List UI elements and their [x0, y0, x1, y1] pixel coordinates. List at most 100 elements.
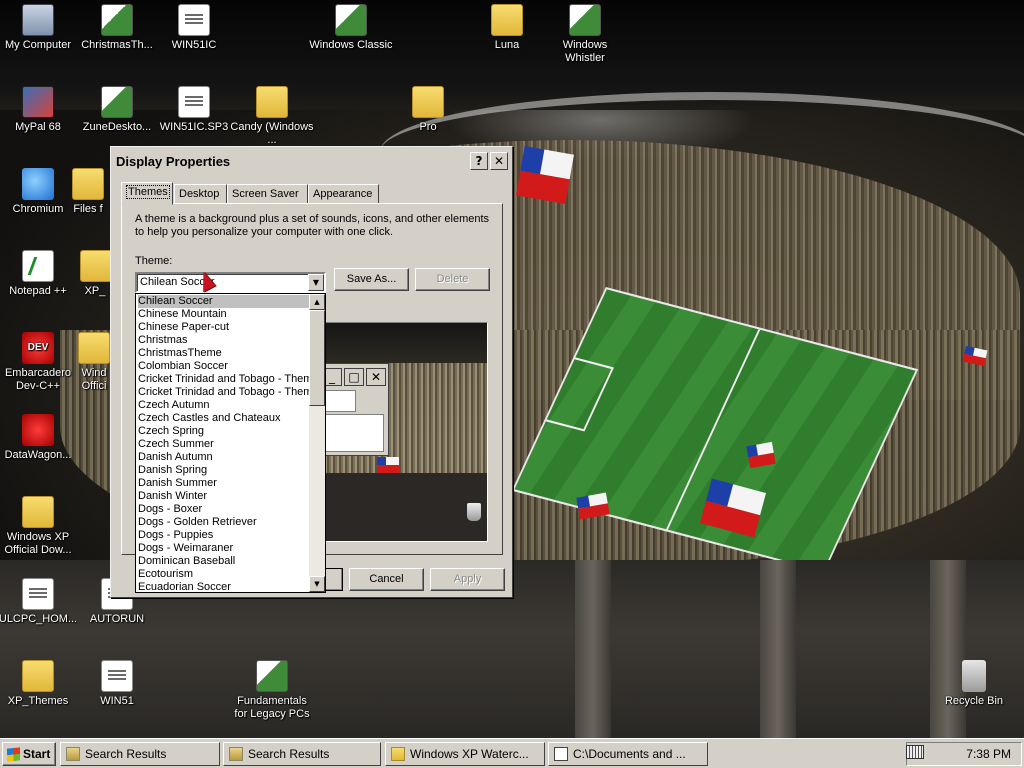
taskbar-button-documents-and-settings[interactable]: C:\Documents and ...: [548, 742, 708, 766]
dropdown-item[interactable]: Dogs - Boxer: [138, 503, 310, 516]
desktop-icon-datawagon[interactable]: DataWagon...: [0, 414, 80, 462]
theme-dropdown-list[interactable]: Chilean Soccer Chinese Mountain Chinese Pa…: [135, 293, 326, 593]
tab-themes[interactable]: Themes: [121, 182, 173, 205]
taskbar-button-search-results[interactable]: Search Results: [60, 742, 220, 766]
desktop-icon-label: Fundamentals for Legacy PCs: [234, 695, 310, 720]
dropdown-item[interactable]: Dominican Baseball: [138, 555, 310, 568]
desktop-icon-xp[interactable]: XP_: [80, 250, 110, 298]
tab-desktop[interactable]: Desktop: [174, 184, 227, 204]
wallpaper-column: [760, 560, 796, 738]
save-as-button[interactable]: Save As...: [334, 268, 409, 291]
desktop-icon-mypal[interactable]: MyPal 68: [0, 86, 80, 134]
dropdown-item[interactable]: ChristmasTheme: [138, 347, 310, 360]
dropdown-item[interactable]: Chinese Mountain: [138, 308, 310, 321]
desktop-icon-label: Windows XP Official Dow...: [4, 531, 72, 556]
desktop-icon-label: ZuneDeskto...: [82, 121, 152, 133]
dropdown-item[interactable]: Danish Winter: [138, 490, 310, 503]
close-button[interactable]: ✕: [490, 152, 508, 170]
dropdown-item[interactable]: Dogs - Weimaraner: [138, 542, 310, 555]
desktop-icon-label: Recycle Bin: [944, 695, 1004, 707]
desktop-icon-windows-official[interactable]: Wind Offici: [78, 332, 110, 393]
dialog-titlebar[interactable]: Display Properties ? ✕: [113, 149, 510, 173]
desktop-icon-christmas-theme[interactable]: ChristmasTh...: [75, 4, 159, 52]
globe-icon: [22, 168, 54, 200]
help-button[interactable]: ?: [470, 152, 488, 170]
desktop-icon-notepad-plus-plus[interactable]: Notepad ++: [0, 250, 80, 298]
taskbar: Start Search Results Search Results Wind…: [0, 738, 1024, 768]
dropdown-item[interactable]: Danish Summer: [138, 477, 310, 490]
keyboard-layout-icon[interactable]: [906, 745, 924, 759]
dropdown-scrollbar[interactable]: ▲ ▼: [309, 294, 325, 592]
cancel-button[interactable]: Cancel: [349, 568, 424, 591]
dropdown-item[interactable]: Ecuadorian Soccer: [138, 581, 310, 592]
folder-icon: [391, 747, 405, 761]
taskbar-button-windows-xp-watercolor[interactable]: Windows XP Waterc...: [385, 742, 545, 766]
desktop-icon-windows-classic[interactable]: Windows Classic: [309, 4, 393, 52]
document-icon: [101, 660, 133, 692]
desktop-icon-files[interactable]: Files f: [66, 168, 110, 216]
chile-flag-icon: [516, 146, 574, 204]
desktop-icon-xp-themes[interactable]: XP_Themes: [0, 660, 80, 708]
dropdown-item[interactable]: Colombian Soccer: [138, 360, 310, 373]
dropdown-item[interactable]: Czech Castles and Chateaux: [138, 412, 310, 425]
dropdown-item[interactable]: Chinese Paper-cut: [138, 321, 310, 334]
dropdown-item[interactable]: Czech Summer: [138, 438, 310, 451]
clock[interactable]: 7:38 PM: [966, 747, 1011, 761]
dropdown-item[interactable]: Chilean Soccer: [138, 295, 310, 308]
dropdown-item[interactable]: Cricket Trinidad and Tobago - Them: [138, 386, 310, 399]
desktop-icon-ulcpc-home[interactable]: ULCPC_HOM...: [0, 578, 80, 626]
theme-icon: [256, 660, 288, 692]
dropdown-item[interactable]: Czech Autumn: [138, 399, 310, 412]
taskbar-button-search-results[interactable]: Search Results: [223, 742, 381, 766]
desktop-icon-win51[interactable]: WIN51: [75, 660, 159, 708]
preview-maximize-icon: □: [344, 368, 364, 386]
dropdown-item[interactable]: Dogs - Puppies: [138, 529, 310, 542]
folder-icon: [412, 86, 444, 118]
devcpp-icon: DEV: [22, 332, 54, 364]
desktop-icon-label: ChristmasTh...: [81, 39, 153, 51]
dropdown-item[interactable]: Danish Spring: [138, 464, 310, 477]
themes-description: A theme is a background plus a set of so…: [135, 213, 490, 238]
tab-appearance[interactable]: Appearance: [308, 184, 379, 204]
desktop-icon-luna[interactable]: Luna: [465, 4, 549, 52]
desktop-icon-windows-whistler[interactable]: Windows Whistler: [543, 4, 627, 65]
desktop-icon-pro[interactable]: Pro: [386, 86, 470, 134]
chile-flag-icon: [377, 457, 399, 473]
theme-select[interactable]: Chilean Soccer ▼: [135, 272, 326, 293]
desktop-icon-fundamentals-legacy-pcs[interactable]: Fundamentals for Legacy PCs: [230, 660, 314, 721]
dropdown-item[interactable]: Danish Autumn: [138, 451, 310, 464]
dropdown-item[interactable]: Ecotourism: [138, 568, 310, 581]
desktop-icon-win51ic[interactable]: WIN51IC: [152, 4, 236, 52]
desktop-icon-label: Windows Whistler: [562, 39, 608, 64]
scroll-up-arrow-icon[interactable]: ▲: [309, 294, 325, 310]
desktop-icon-label: My Computer: [4, 39, 72, 51]
desktop-icon-label: Wind Offici: [81, 367, 107, 392]
desktop-icon-dev-cpp[interactable]: DEV Embarcadero Dev-C++: [0, 332, 80, 393]
desktop-icon-recycle-bin[interactable]: Recycle Bin: [932, 660, 1016, 708]
ok-button-edge[interactable]: [325, 568, 343, 591]
desktop-icon-my-computer[interactable]: My Computer: [0, 4, 80, 52]
preview-close-icon: ✕: [366, 368, 386, 386]
desktop-icon-zune-desktop[interactable]: ZuneDeskto...: [75, 86, 159, 134]
dropdown-item[interactable]: Dogs - Golden Retriever: [138, 516, 310, 529]
folder-icon: [256, 86, 288, 118]
desktop-icon-windows-xp-official-download[interactable]: Windows XP Official Dow...: [0, 496, 80, 557]
dropdown-item[interactable]: Christmas: [138, 334, 310, 347]
apply-button[interactable]: Apply: [430, 568, 505, 591]
wallpaper-column: [930, 560, 966, 738]
desktop-icon-win51ic-sp3[interactable]: WIN51IC.SP3: [152, 86, 236, 134]
dropdown-item[interactable]: Cricket Trinidad and Tobago - Them: [138, 373, 310, 386]
dialog-title: Display Properties: [116, 154, 231, 169]
dropdown-arrow-icon[interactable]: ▼: [308, 274, 324, 291]
scroll-down-arrow-icon[interactable]: ▼: [309, 576, 325, 592]
scroll-thumb[interactable]: [309, 310, 325, 406]
start-button[interactable]: Start: [2, 742, 56, 766]
desktop-icon-label: ULCPC_HOM...: [0, 613, 78, 625]
desktop-icon-candy[interactable]: Candy (Windows ...: [230, 86, 314, 147]
dropdown-item[interactable]: Czech Spring: [138, 425, 310, 438]
chile-flag-icon: [746, 441, 776, 469]
delete-button[interactable]: Delete: [415, 268, 490, 291]
document-icon: [22, 578, 54, 610]
theme-icon: [101, 4, 133, 36]
tab-screen-saver[interactable]: Screen Saver: [227, 184, 308, 204]
